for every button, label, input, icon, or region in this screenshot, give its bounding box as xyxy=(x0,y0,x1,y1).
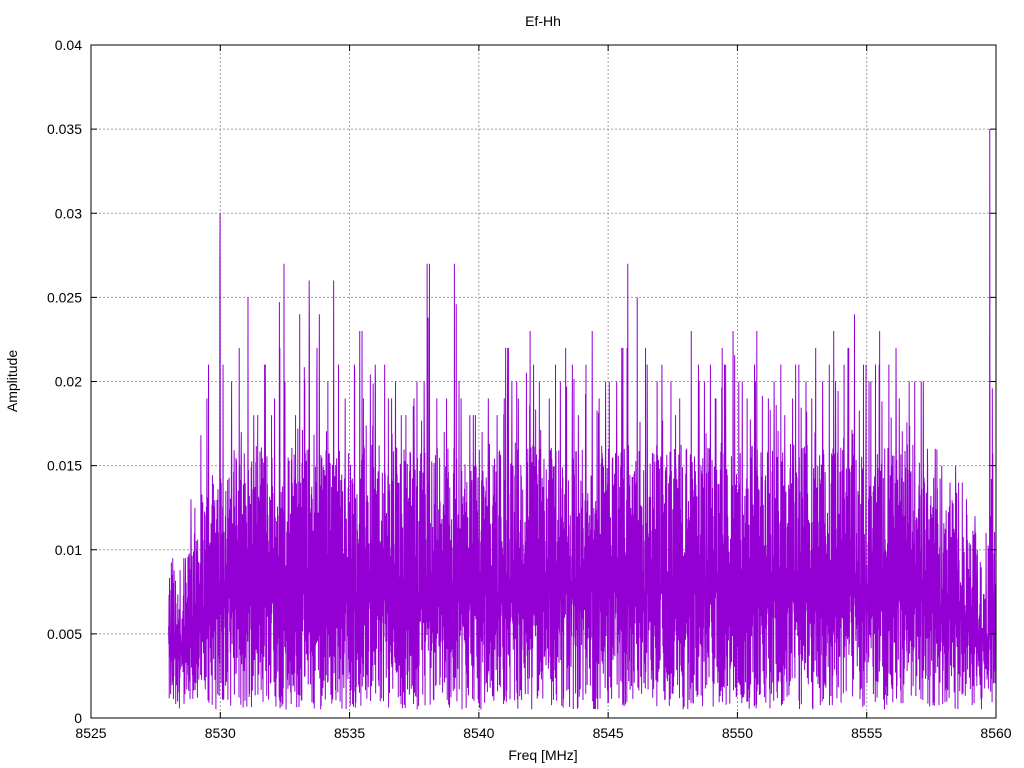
y-tick-label: 0.02 xyxy=(55,374,82,390)
y-tick-label: 0 xyxy=(74,710,82,726)
x-tick-label: 8540 xyxy=(463,725,494,741)
x-tick-label: 8530 xyxy=(205,725,236,741)
y-tick-label: 0.025 xyxy=(47,289,82,305)
x-tick-label: 8535 xyxy=(334,725,365,741)
chart: Ef-Hh 8525 8530 8535 8540 8545 8550 8555 8560 0 0… xyxy=(4,13,1012,763)
series-line-ef-hh xyxy=(168,129,997,710)
y-tick-label: 0.01 xyxy=(55,542,82,558)
x-tick-label: 8545 xyxy=(593,725,624,741)
y-tick-label: 0.035 xyxy=(47,121,82,137)
y-axis-label: Amplitude xyxy=(4,350,20,412)
x-tick-label: 8555 xyxy=(851,725,882,741)
plot-area xyxy=(168,129,997,710)
chart-title: Ef-Hh xyxy=(525,13,561,29)
x-tick-label: 8525 xyxy=(75,725,106,741)
y-tick-label: 0.015 xyxy=(47,458,82,474)
y-tick-label: 0.005 xyxy=(47,626,82,642)
x-axis-label: Freq [MHz] xyxy=(508,747,577,763)
x-tick-label: 8560 xyxy=(980,725,1011,741)
x-tick-label: 8550 xyxy=(722,725,753,741)
y-tick-label: 0.03 xyxy=(55,205,82,221)
y-tick-label: 0.04 xyxy=(55,37,82,53)
